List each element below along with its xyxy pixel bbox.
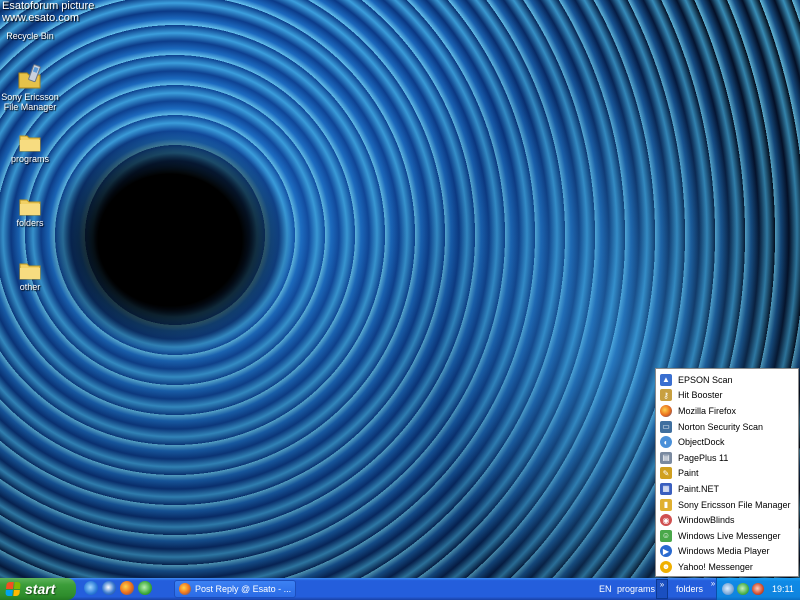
desktop-icon-recycle-bin[interactable]: Recycle Bin (0, 22, 61, 41)
toolbar-programs-chevron-icon[interactable]: » (656, 579, 668, 599)
menu-item-label: Windows Live Messenger (678, 530, 781, 541)
menu-item-sony-ericsson-file-manager[interactable]: ▮ Sony Ericsson File Manager (656, 497, 798, 513)
menu-item-label: Hit Booster (678, 390, 723, 401)
yahoo-icon: ☻ (660, 560, 672, 573)
firefox-icon (179, 583, 191, 595)
menu-item-paint[interactable]: ✎ Paint (656, 466, 798, 482)
menu-item-label: EPSON Scan (678, 374, 733, 385)
start-label: start (25, 581, 56, 597)
firefox-icon (660, 404, 672, 417)
windows-logo-icon (5, 582, 21, 596)
toolbar-programs[interactable]: programs (617, 584, 655, 594)
start-button[interactable]: start (0, 578, 76, 600)
folder-icon (0, 260, 61, 280)
sony-ericsson-icon: ▮ (660, 498, 672, 511)
menu-item-epson-scan[interactable]: ▲ EPSON Scan (656, 372, 798, 388)
menu-item-windows-live-messenger[interactable]: ☺ Windows Live Messenger (656, 528, 798, 544)
programs-popup-menu: ▲ EPSON Scan ⚷ Hit Booster Mozilla Firef… (655, 368, 799, 577)
firefox-icon[interactable] (120, 581, 134, 595)
toolbar-folders[interactable]: folders (676, 584, 703, 594)
task-button-label: Post Reply @ Esato - ... (195, 584, 292, 594)
menu-item-windows-media-player[interactable]: ▶ Windows Media Player (656, 544, 798, 560)
pageplus-icon: ▤ (660, 451, 672, 464)
menu-item-objectdock[interactable]: ◐ ObjectDock (656, 434, 798, 450)
paint-icon: ✎ (660, 467, 672, 480)
media-player-icon: ▶ (660, 545, 672, 558)
menu-item-windowblinds[interactable]: ◉ WindowBlinds (656, 512, 798, 528)
internet-explorer-icon[interactable] (84, 581, 98, 595)
media-player-icon[interactable] (102, 581, 116, 595)
menu-item-label: Mozilla Firefox (678, 405, 737, 416)
norton-icon: ▭ (660, 420, 672, 433)
desktop-icon-other[interactable]: other (0, 260, 61, 292)
language-indicator[interactable]: EN (599, 584, 612, 594)
desktop-icon-folders[interactable]: folders (0, 196, 61, 228)
desktop-icon-label: programs (10, 154, 49, 164)
epson-scan-icon: ▲ (660, 373, 672, 386)
folder-icon (0, 196, 61, 216)
menu-item-hit-booster[interactable]: ⚷ Hit Booster (656, 388, 798, 404)
watermark-line-1: Esatoforum picture (2, 0, 95, 12)
watermark-text: Esatoforum picture www.esato.com (2, 0, 94, 24)
menu-item-yahoo-messenger[interactable]: ☻ Yahoo! Messenger (656, 559, 798, 575)
menu-item-label: Yahoo! Messenger (678, 561, 753, 572)
menu-item-label: Paint.NET (678, 483, 720, 494)
menu-item-label: PagePlus 11 (678, 452, 729, 463)
messenger-icon: ☺ (660, 529, 672, 542)
menu-item-label: Sony Ericsson File Manager (678, 499, 791, 510)
windowblinds-icon: ◉ (660, 514, 672, 527)
menu-item-label: Paint (678, 468, 699, 479)
menu-item-label: Windows Media Player (678, 546, 770, 557)
security-alert-icon[interactable] (752, 583, 764, 595)
menu-item-pageplus-11[interactable]: ▤ PagePlus 11 (656, 450, 798, 466)
key-icon: ⚷ (660, 389, 672, 402)
menu-item-label: ObjectDock (678, 437, 725, 448)
paintnet-icon: ▦ (660, 482, 672, 495)
objectdock-icon: ◐ (660, 436, 672, 449)
taskbar: start Post Reply @ Esato - ... EN progra… (0, 578, 800, 600)
desktop-icon-label: other (19, 282, 41, 292)
system-tray: 19:11 (716, 578, 800, 600)
clock[interactable]: 19:11 (772, 584, 794, 594)
folder-icon (0, 132, 61, 152)
desktop-icon-label: folders (16, 218, 44, 228)
quick-launch (84, 581, 152, 595)
menu-item-norton-security-scan[interactable]: ▭ Norton Security Scan (656, 419, 798, 435)
desktop-icon-programs[interactable]: programs (0, 132, 61, 164)
menu-item-mozilla-firefox[interactable]: Mozilla Firefox (656, 403, 798, 419)
desktop-icon-sony-ericsson[interactable]: Sony Ericsson File Manager (0, 64, 61, 112)
network-icon[interactable] (722, 583, 734, 595)
desktop-icon-label: Sony Ericsson File Manager (1, 92, 59, 112)
messenger-icon[interactable] (138, 581, 152, 595)
messenger-status-icon[interactable] (737, 583, 749, 595)
menu-item-label: Norton Security Scan (678, 421, 764, 432)
desktop-icon-label: Recycle Bin (6, 31, 54, 41)
menu-item-paint-net[interactable]: ▦ Paint.NET (656, 481, 798, 497)
task-button-firefox-window[interactable]: Post Reply @ Esato - ... (174, 580, 296, 598)
menu-item-label: WindowBlinds (678, 515, 735, 526)
phone-icon (0, 64, 61, 90)
